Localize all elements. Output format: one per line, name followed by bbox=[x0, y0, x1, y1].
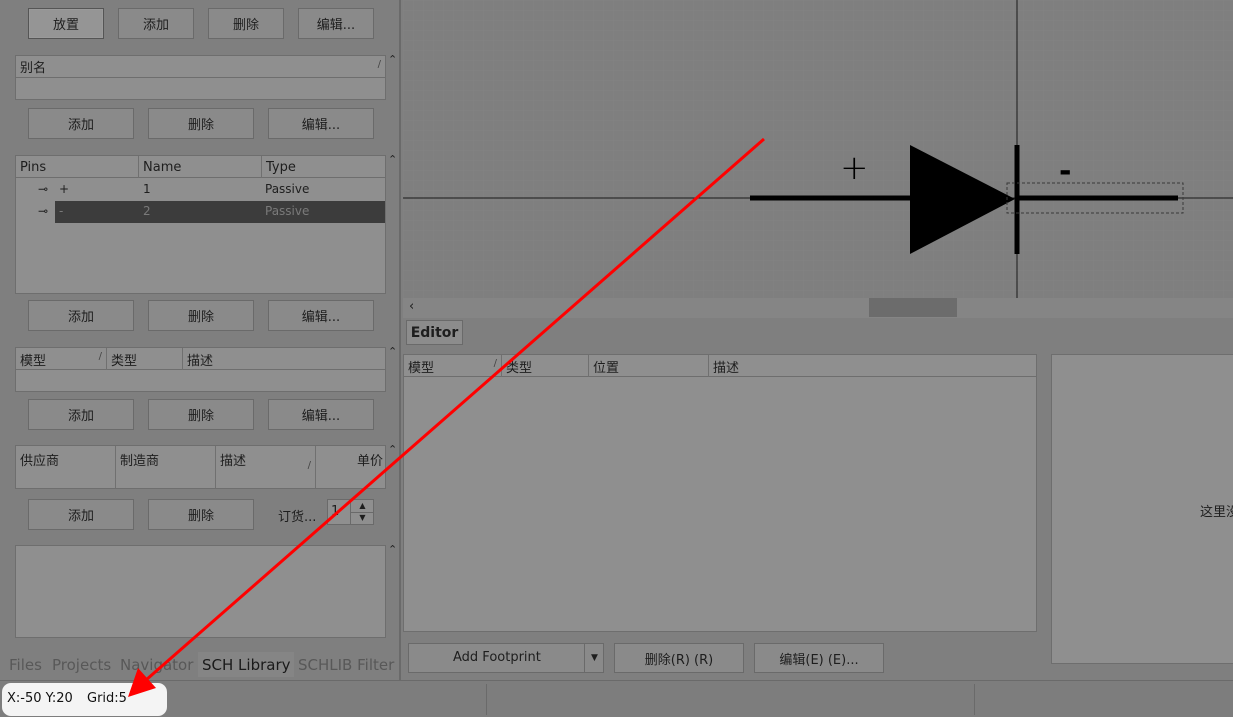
pin-type: Passive bbox=[265, 204, 310, 218]
pin-type: Passive bbox=[265, 182, 310, 196]
scroll-up-icon[interactable]: ⌃ bbox=[388, 53, 397, 66]
schematic-canvas[interactable]: + - bbox=[403, 0, 1233, 298]
model-table[interactable]: 模型 / 类型 描述 bbox=[15, 347, 386, 392]
pins-table-header: Pins Name Type bbox=[16, 156, 385, 178]
add-footprint-split-button[interactable]: Add Footprint ▼ bbox=[408, 643, 604, 673]
sort-icon: / bbox=[493, 358, 497, 369]
delete-component-button[interactable]: 删除 bbox=[208, 8, 284, 39]
col-location[interactable]: 位置 bbox=[589, 355, 709, 377]
col-supplier[interactable]: 供应商 bbox=[16, 446, 116, 488]
quantity-stepper[interactable]: 1 ▲ ▼ bbox=[327, 499, 374, 525]
delete-pin-button[interactable]: 删除 bbox=[148, 300, 254, 331]
supplier-table[interactable]: 供应商 制造商 描述 / 单价 bbox=[15, 445, 386, 489]
delete-supplier-button[interactable]: 删除 bbox=[148, 499, 254, 530]
sort-icon: / bbox=[98, 351, 102, 362]
footprint-table-header: 模型 / 类型 位置 描述 bbox=[404, 355, 1036, 377]
add-footprint-button[interactable]: Add Footprint bbox=[453, 650, 541, 665]
schematic-drawing bbox=[403, 0, 1233, 298]
edit-alias-button[interactable]: 编辑... bbox=[268, 108, 374, 139]
place-button[interactable]: 放置 bbox=[28, 8, 104, 39]
alias-header[interactable]: 别名 / bbox=[16, 56, 385, 78]
quantity-value: 1 bbox=[331, 504, 340, 519]
col-description[interactable]: 描述 bbox=[709, 355, 1036, 377]
add-supplier-button[interactable]: 添加 bbox=[28, 499, 134, 530]
sort-icon: / bbox=[377, 59, 381, 70]
scroll-up-icon[interactable]: ⌃ bbox=[388, 345, 397, 358]
scroll-up-icon[interactable]: ⌃ bbox=[388, 153, 397, 166]
col-unit-price-label: 单价 bbox=[356, 454, 383, 469]
alias-list[interactable]: 别名 / bbox=[15, 55, 386, 100]
preview-box bbox=[15, 545, 386, 638]
preview-text: 这里没 bbox=[1200, 505, 1233, 520]
editor-title: Editor bbox=[410, 324, 459, 341]
scroll-up-icon[interactable]: ⌃ bbox=[388, 543, 397, 556]
pin-name: 1 bbox=[143, 182, 151, 196]
tab-projects[interactable]: Projects bbox=[49, 652, 116, 677]
add-pin-button[interactable]: 添加 bbox=[28, 300, 134, 331]
add-component-button[interactable]: 添加 bbox=[118, 8, 194, 39]
tab-sch-library[interactable]: SCH Library bbox=[198, 652, 294, 677]
pins-table[interactable]: Pins Name Type ⊸ + 1 Passive ⊸ - 2 Passi… bbox=[15, 155, 386, 294]
footprint-table[interactable]: 模型 / 类型 位置 描述 bbox=[403, 354, 1037, 632]
scroll-up-icon[interactable]: ⌃ bbox=[388, 443, 397, 456]
tab-navigator[interactable]: Navigator bbox=[116, 652, 200, 677]
stepper-down-icon[interactable]: ▼ bbox=[350, 512, 374, 524]
sort-icon: / bbox=[307, 460, 311, 471]
edit-model-button[interactable]: 编辑... bbox=[268, 399, 374, 430]
model-preview: 这里没 bbox=[1051, 354, 1233, 664]
pin-name: 2 bbox=[143, 204, 151, 218]
model-table-header: 模型 / 类型 描述 bbox=[16, 348, 385, 370]
delete-footprint-button[interactable]: 删除(R) (R) bbox=[614, 643, 744, 673]
col-type[interactable]: 类型 bbox=[107, 348, 183, 370]
col-type[interactable]: Type bbox=[262, 156, 385, 178]
col-name[interactable]: Name bbox=[139, 156, 262, 178]
chevron-down-icon[interactable]: ▼ bbox=[584, 644, 604, 672]
plus-label: + bbox=[840, 148, 869, 188]
col-type[interactable]: 类型 bbox=[502, 355, 589, 377]
col-model-label: 模型 bbox=[20, 353, 47, 369]
table-row[interactable]: ⊸ - 2 Passive bbox=[16, 201, 385, 223]
add-alias-button[interactable]: 添加 bbox=[28, 108, 134, 139]
col-model[interactable]: 模型 / bbox=[404, 355, 502, 377]
add-model-button[interactable]: 添加 bbox=[28, 399, 134, 430]
order-label: 订货... bbox=[278, 510, 317, 525]
tab-files[interactable]: Files bbox=[5, 652, 51, 677]
editor-title-tab[interactable]: Editor bbox=[406, 320, 463, 345]
pin-designator: + bbox=[59, 182, 70, 196]
col-unit-price[interactable]: 单价 bbox=[316, 446, 385, 488]
pin-designator: - bbox=[59, 204, 64, 218]
alias-column-label: 别名 bbox=[20, 61, 47, 76]
col-model[interactable]: 模型 / bbox=[16, 348, 107, 370]
status-bar bbox=[0, 680, 1233, 717]
edit-footprint-button[interactable]: 编辑(E) (E)... bbox=[754, 643, 884, 673]
edit-component-button[interactable]: 编辑... bbox=[298, 8, 374, 39]
scrollbar-thumb[interactable] bbox=[869, 298, 957, 317]
delete-alias-button[interactable]: 删除 bbox=[148, 108, 254, 139]
minus-label: - bbox=[1059, 154, 1072, 189]
canvas-horizontal-scrollbar[interactable]: ‹ bbox=[403, 298, 1233, 318]
table-row[interactable]: ⊸ + 1 Passive bbox=[16, 179, 385, 201]
col-description-label: 描述 bbox=[220, 454, 247, 469]
status-coordinates: X:-50 Y:20 bbox=[7, 691, 73, 706]
col-description[interactable]: 描述 / bbox=[216, 446, 316, 488]
pin-icon: ⊸ bbox=[38, 182, 49, 196]
delete-model-button[interactable]: 删除 bbox=[148, 399, 254, 430]
col-model-label: 模型 bbox=[408, 360, 435, 376]
edit-pin-button[interactable]: 编辑... bbox=[268, 300, 374, 331]
pin-icon: ⊸ bbox=[38, 204, 49, 218]
scroll-left-icon[interactable]: ‹ bbox=[409, 299, 414, 314]
status-grid: Grid:5 bbox=[87, 691, 127, 706]
col-pins[interactable]: Pins bbox=[16, 156, 139, 178]
tab-schlib-filter[interactable]: SCHLIB Filter bbox=[293, 652, 398, 677]
col-manufacturer[interactable]: 制造商 bbox=[116, 446, 216, 488]
col-description[interactable]: 描述 bbox=[183, 348, 385, 370]
